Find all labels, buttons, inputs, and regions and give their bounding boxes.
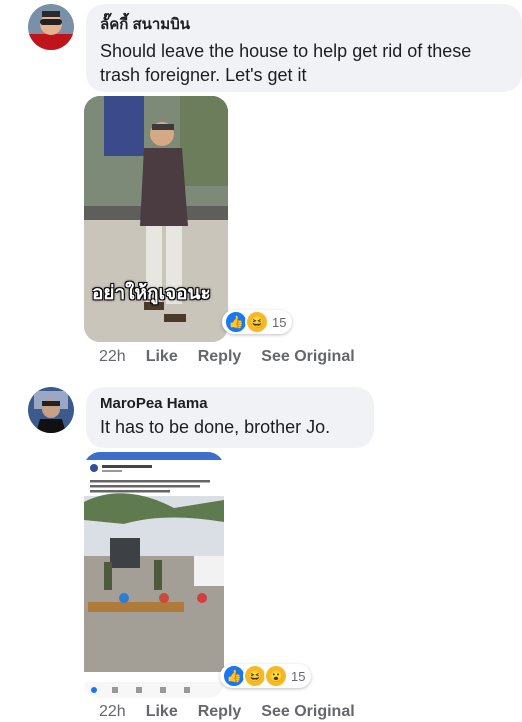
- like-button[interactable]: Like: [146, 703, 178, 721]
- comment-timestamp[interactable]: 22h: [99, 703, 126, 721]
- see-original-button[interactable]: See Original: [261, 703, 354, 721]
- reply-button[interactable]: Reply: [198, 703, 242, 721]
- comment-bubble: ลั๊คกี้ สนามบิน Should leave the house t…: [86, 4, 522, 92]
- like-button[interactable]: Like: [146, 348, 178, 366]
- screenshot-facebook-post: [84, 452, 224, 698]
- comment-bubble: MaroPea Hama It has to be done, brother …: [86, 387, 374, 448]
- commenter-avatar[interactable]: [28, 387, 74, 433]
- wow-reaction-icon: 😮: [264, 664, 288, 688]
- comment-author[interactable]: MaroPea Hama: [100, 395, 360, 412]
- image-caption: อย่าให้กูเจอนะ: [92, 283, 211, 304]
- reaction-count: 15: [272, 314, 287, 330]
- reply-button[interactable]: Reply: [198, 348, 242, 366]
- comment-author[interactable]: ลั๊คกี้ สนามบิน: [100, 12, 508, 36]
- comment-image[interactable]: [84, 452, 224, 698]
- avatar-photo: [28, 4, 74, 50]
- reaction-summary[interactable]: 👍 😆 15: [222, 310, 293, 334]
- comment-actions: 22h Like Reply See Original: [99, 348, 375, 366]
- reaction-count: 15: [291, 668, 306, 684]
- see-original-button[interactable]: See Original: [261, 348, 354, 366]
- haha-reaction-icon: 😆: [245, 310, 269, 334]
- comment-text: It has to be done, brother Jo.: [100, 417, 331, 437]
- avatar-photo: [28, 387, 74, 433]
- comment-image[interactable]: อย่าให้กูเจอนะ: [84, 96, 228, 342]
- comment-timestamp[interactable]: 22h: [99, 348, 126, 366]
- commenter-avatar[interactable]: [28, 4, 74, 50]
- comment-actions: 22h Like Reply See Original: [99, 703, 375, 721]
- comment-text: Should leave the house to help get rid o…: [100, 41, 472, 85]
- reaction-summary[interactable]: 👍 😆 😮 15: [220, 664, 312, 688]
